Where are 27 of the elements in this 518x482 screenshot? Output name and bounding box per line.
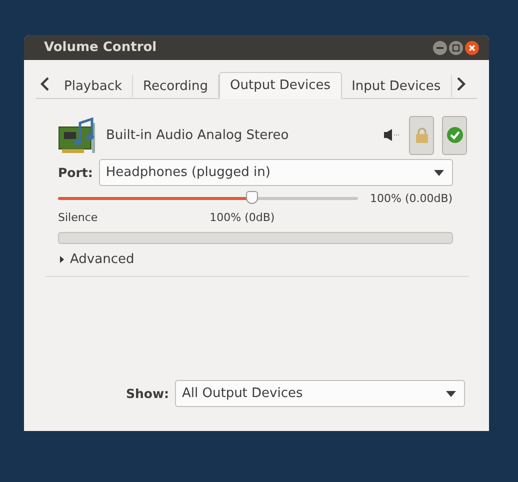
lock-toggle[interactable] (409, 116, 434, 154)
tab[interactable]: Input Devices (342, 75, 452, 97)
caret-icon (446, 390, 456, 396)
volume-slider-handle[interactable] (246, 191, 258, 204)
close-button[interactable] (465, 40, 479, 54)
window-title: Volume Control (44, 40, 158, 55)
minimize-button[interactable] (433, 40, 447, 54)
check-icon (446, 126, 464, 144)
volume-mark-label: 100% (0dB) (210, 211, 275, 224)
silence-label: Silence (58, 211, 98, 224)
padlock-icon (414, 127, 428, 143)
speaker-icon[interactable] (383, 128, 401, 142)
default-toggle[interactable] (442, 116, 467, 154)
device-name: Built-in Audio Analog Stereo (106, 128, 290, 142)
scroll-left-icon[interactable] (40, 76, 50, 92)
tab[interactable]: Playback (54, 75, 134, 97)
show-dropdown[interactable]: All Output Devices (175, 380, 465, 407)
volume-reading: 100% (0.00dB) (370, 192, 453, 205)
port-label: Port: (58, 165, 93, 180)
advanced-expander[interactable]: Advanced (60, 252, 134, 267)
port-dropdown[interactable]: Headphones (plugged in) (98, 159, 453, 186)
caret-icon (434, 170, 444, 176)
sound-card-icon (58, 115, 98, 155)
tab[interactable]: Output Devices (219, 72, 342, 99)
scroll-right-icon[interactable] (456, 76, 466, 92)
show-label: Show: (126, 386, 169, 401)
expander-icon (60, 256, 65, 263)
